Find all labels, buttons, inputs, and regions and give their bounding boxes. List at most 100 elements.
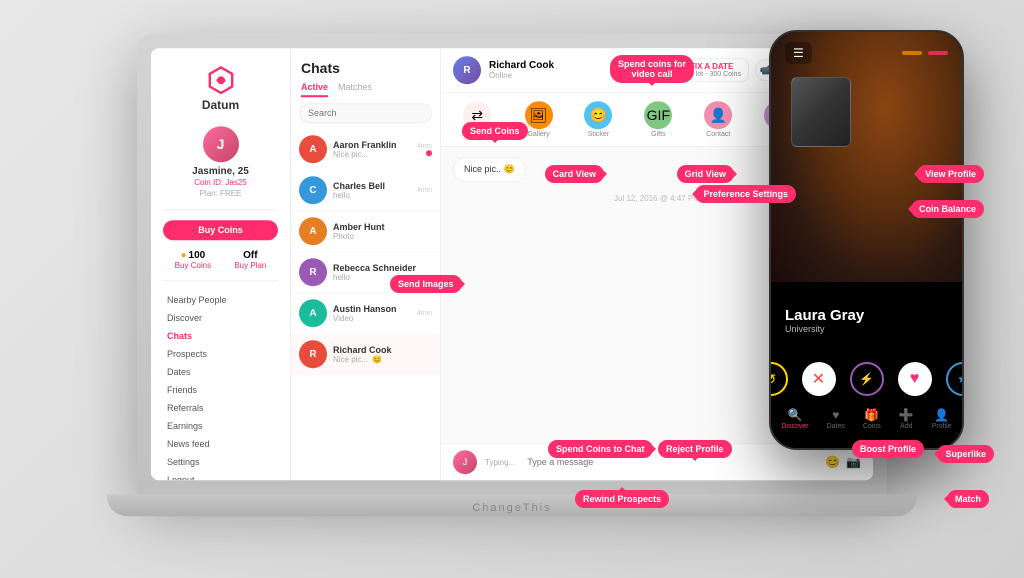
phone-nav-add[interactable]: ➕ Add	[899, 408, 914, 430]
profile-nav-icon: 👤	[934, 408, 949, 422]
phone-action-bar: ↺ ✕ ⚡ ♥ ★ 🔍 Discover ♥ Dates	[771, 344, 962, 448]
phone: ☰ Laura Gray University ↺ ✕ ⚡ ♥ ★	[769, 30, 964, 450]
chat-avatar-austin: A	[299, 299, 327, 327]
profile-name: Laura Gray	[785, 307, 948, 324]
unread-indicator	[426, 150, 432, 156]
gifts-icon: GIF	[644, 101, 672, 129]
tab-active[interactable]: Active	[301, 82, 328, 97]
user-info: Coin ID: Jas25 Plan: FREE	[194, 177, 246, 199]
chat-item-austin[interactable]: A Austin Hanson Video 4min	[291, 293, 440, 334]
buy-coins-button[interactable]: Buy Coins	[163, 221, 278, 241]
user-profile: J Jasmine, 25 Coin ID: Jas25 Plan: FREE	[163, 126, 278, 210]
gifts-btn[interactable]: GIF Gifts	[644, 101, 672, 138]
coin-dot: ●	[180, 251, 186, 262]
phone-nav-profile[interactable]: 👤 Profile	[932, 408, 952, 430]
sidebar: Datum J Jasmine, 25 Coin ID: Jas25 Plan:…	[151, 48, 291, 480]
chat-user-avatar: R	[453, 56, 481, 84]
chat-avatar-amber: A	[299, 217, 327, 245]
coin-count-item: ● 100 Buy Coins	[175, 251, 211, 271]
send-icons: 😊 📷	[825, 455, 861, 469]
chat-info-amber: Amber Hunt Photo	[333, 222, 432, 241]
secondary-profile-img	[791, 77, 851, 147]
action-buttons: ↺ ✕ ⚡ ♥ ★	[771, 362, 962, 396]
chat-list-panel: Chats Active Matches A Aaron Franklin Ni…	[291, 48, 441, 480]
callout-reject-profile: Reject Profile	[658, 440, 732, 458]
callout-boost-profile: Boost Profile	[852, 440, 924, 458]
chat-meta-austin: 4min	[417, 310, 432, 317]
nav-friends[interactable]: Friends	[163, 382, 278, 400]
nav-list: Nearby People Discover Chats Prospects D…	[163, 292, 278, 481]
nav-newsfeed[interactable]: News feed	[163, 436, 278, 454]
reject-button[interactable]: ✕	[802, 362, 836, 396]
sticker-icon: 😊	[584, 101, 612, 129]
toggle-option-2[interactable]	[928, 51, 948, 55]
nav-chats[interactable]: Chats	[163, 328, 278, 346]
chat-item-richard[interactable]: R Richard Cook Nice pic... 😊	[291, 334, 440, 375]
laptop-brand: ChangeThis	[472, 502, 551, 514]
callout-superlike: Superlike	[937, 445, 994, 463]
chat-item-charles[interactable]: C Charles Bell hello 4min	[291, 170, 440, 211]
chat-item-amber[interactable]: A Amber Hunt Photo	[291, 211, 440, 252]
user-name: Jasmine, 25	[192, 166, 249, 177]
coins-nav-icon: 🎁	[864, 408, 879, 422]
scene: Datum J Jasmine, 25 Coin ID: Jas25 Plan:…	[0, 0, 1024, 578]
like-button[interactable]: ♥	[898, 362, 932, 396]
chat-avatar-aaron: A	[299, 135, 327, 163]
add-nav-icon: ➕	[899, 408, 914, 422]
chat-info-richard: Richard Cook Nice pic... 😊	[333, 345, 432, 364]
callout-grid-view: Grid View	[677, 165, 734, 183]
callout-view-profile: View Profile	[917, 165, 984, 183]
gallery-btn[interactable]: 🖼 Gallery	[525, 101, 553, 138]
chat-search-input[interactable]	[299, 103, 432, 123]
chat-item-aaron[interactable]: A Aaron Franklin Nice pic... 4min	[291, 129, 440, 170]
profile-overlay: Laura Gray University	[771, 287, 962, 344]
plan-item: Off Buy Plan	[234, 251, 266, 271]
coin-count: ● 100	[180, 251, 205, 262]
profile-image-hair	[771, 32, 962, 282]
coin-id: Coin ID: Jas25	[194, 177, 246, 188]
emoji-send-icon[interactable]: 😊	[825, 455, 840, 469]
toggle-option-1[interactable]	[902, 51, 922, 55]
nav-referrals[interactable]: Referrals	[163, 400, 278, 418]
callout-preference-settings: Preference Settings	[695, 185, 796, 203]
filter-icon[interactable]: ☰	[785, 42, 812, 64]
message-received-1: Nice pic.. 😊	[453, 157, 526, 182]
chat-info-charles: Charles Bell hello	[333, 181, 411, 200]
message-input[interactable]	[527, 457, 817, 467]
callout-card-view: Card View	[545, 165, 604, 183]
chat-meta-aaron: 4min	[417, 143, 432, 156]
chat-tabs: Active Matches	[291, 82, 440, 97]
tab-matches[interactable]: Matches	[338, 82, 372, 97]
nav-earnings[interactable]: Earnings	[163, 418, 278, 436]
phone-nav: 🔍 Discover ♥ Dates 🎁 Coins ➕ Add	[781, 404, 951, 430]
callout-send-images: Send Images	[390, 275, 462, 293]
nav-logout[interactable]: Logout	[163, 472, 278, 481]
phone-nav-dates[interactable]: ♥ Dates	[827, 408, 845, 430]
nav-settings[interactable]: Settings	[163, 454, 278, 472]
phone-nav-coins[interactable]: 🎁 Coins	[863, 408, 881, 430]
rewind-button[interactable]: ↺	[771, 362, 788, 396]
star-button[interactable]: ★	[946, 362, 963, 396]
nav-dates[interactable]: Dates	[163, 364, 278, 382]
nav-discover[interactable]: Discover	[163, 310, 278, 328]
chat-list-title: Chats	[291, 48, 440, 82]
boost-button[interactable]: ⚡	[850, 362, 884, 396]
nav-prospects[interactable]: Prospects	[163, 346, 278, 364]
callout-match: Match	[947, 490, 989, 508]
buy-plan-link[interactable]: Buy Plan	[234, 262, 266, 271]
nav-nearby[interactable]: Nearby People	[163, 292, 278, 310]
phone-screen: ☰ Laura Gray University ↺ ✕ ⚡ ♥ ★	[771, 32, 962, 448]
phone-toolbar: ☰	[771, 42, 962, 64]
callout-spend-coins-video: Spend coins forvideo call	[610, 55, 694, 83]
phone-nav-discover[interactable]: 🔍 Discover	[781, 408, 808, 430]
coins-area: ● 100 Buy Coins Off Buy Plan	[163, 251, 278, 282]
chat-meta-charles: 4min	[417, 187, 432, 194]
sticker-btn[interactable]: 😊 Sticker	[584, 101, 612, 138]
toggle-area	[902, 51, 948, 55]
buy-coins-link[interactable]: Buy Coins	[175, 262, 211, 271]
chat-avatar-charles: C	[299, 176, 327, 204]
typing-label: Typing...	[485, 458, 515, 467]
profile-sub: University	[785, 324, 948, 334]
contact-btn[interactable]: 👤 Contact	[704, 101, 732, 138]
chat-avatar-rebecca: R	[299, 258, 327, 286]
